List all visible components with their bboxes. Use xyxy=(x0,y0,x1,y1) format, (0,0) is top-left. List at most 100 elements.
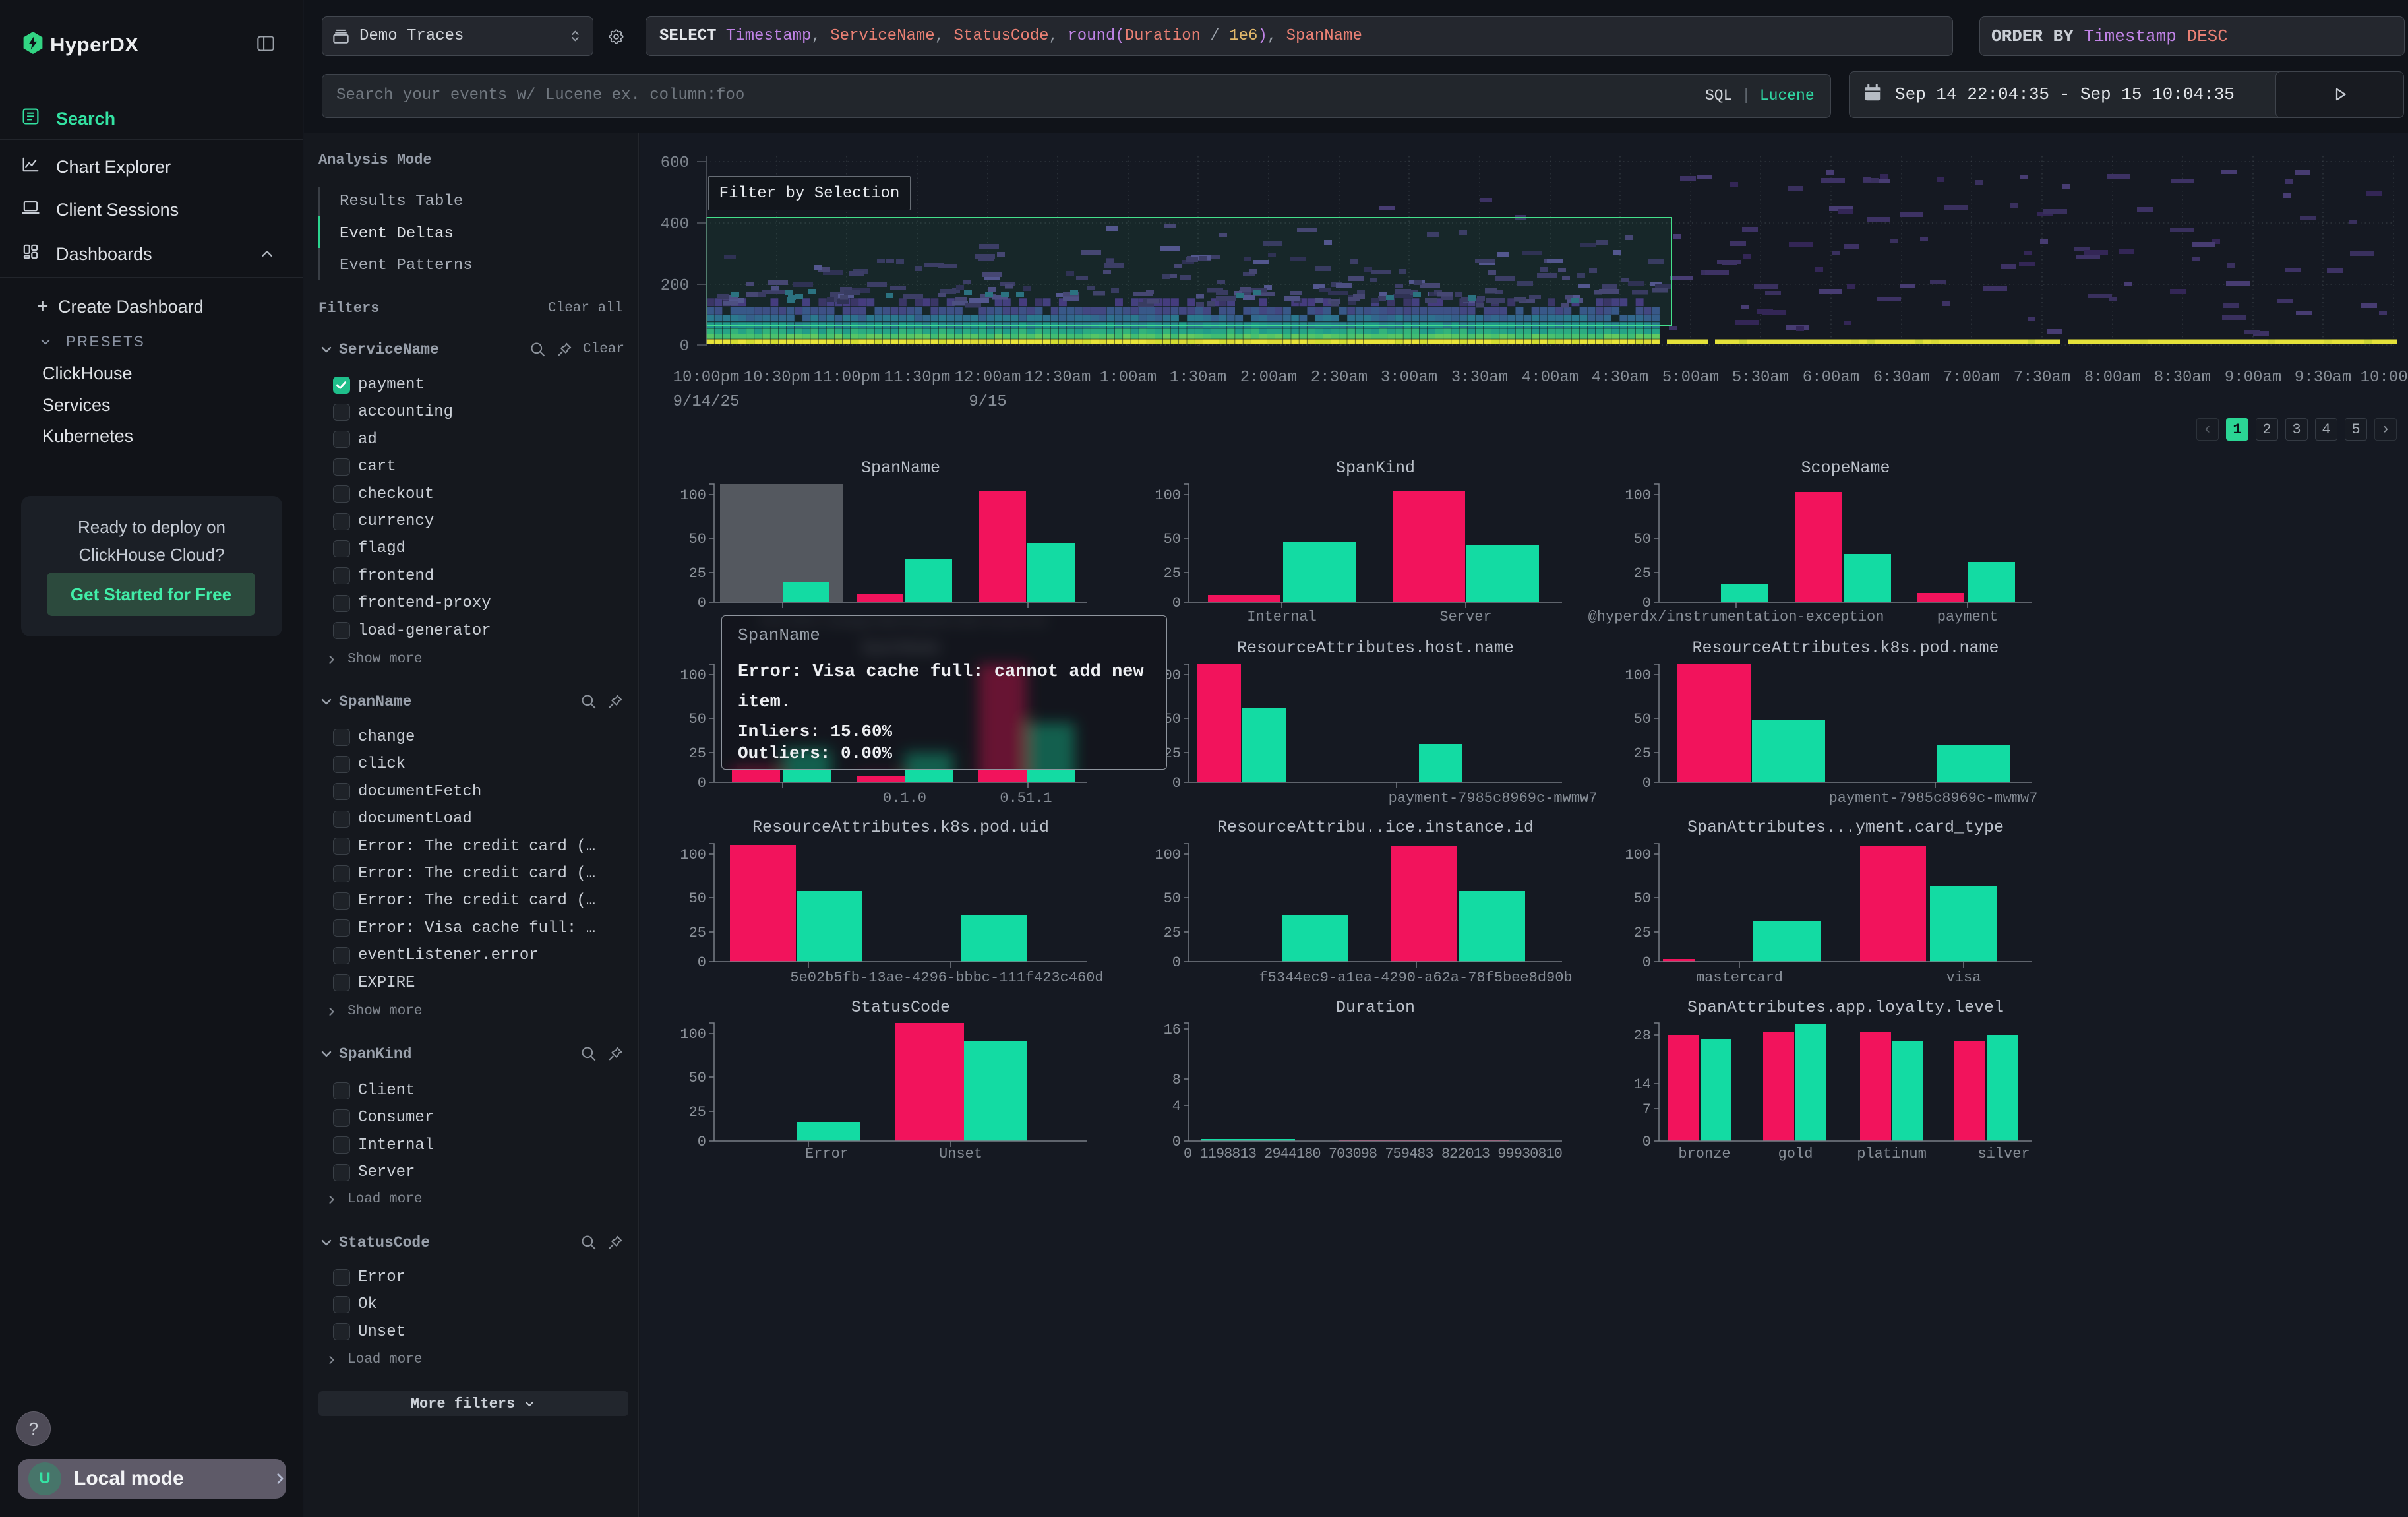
svg-text:SpanKind: SpanKind xyxy=(1336,458,1415,478)
svg-text:payment-7985c8969c-mwmw7: payment-7985c8969c-mwmw7 xyxy=(1829,790,2038,807)
svg-text:ResourceAttributes.host.name: ResourceAttributes.host.name xyxy=(1237,638,1514,658)
svg-text:4:00am: 4:00am xyxy=(1522,369,1579,387)
svg-text:100: 100 xyxy=(680,1026,706,1043)
svg-text:6:30am: 6:30am xyxy=(1873,369,1930,387)
svg-text:0: 0 xyxy=(698,775,706,791)
svg-text:payment: payment xyxy=(1937,609,1998,625)
svg-text:9/15: 9/15 xyxy=(969,393,1007,411)
svg-text:ResourceAttributes.k8s.pod.uid: ResourceAttributes.k8s.pod.uid xyxy=(752,818,1049,837)
svg-text:mastercard: mastercard xyxy=(1696,970,1783,986)
svg-text:8:00am: 8:00am xyxy=(2084,369,2141,387)
svg-text:0 1198813 2944180 703098 75948: 0 1198813 2944180 703098 759483 822013 9… xyxy=(1184,1146,1563,1162)
svg-text:8:30am: 8:30am xyxy=(2154,369,2211,387)
svg-text:25: 25 xyxy=(689,925,706,941)
svg-text:5e02b5fb-13ae-4296-bbbc-111f42: 5e02b5fb-13ae-4296-bbbc-111f423c460d xyxy=(790,970,1103,986)
svg-text:Internal: Internal xyxy=(1247,609,1317,625)
svg-text:0: 0 xyxy=(1642,775,1651,791)
svg-text:50: 50 xyxy=(1164,890,1181,907)
svg-text:0: 0 xyxy=(698,954,706,971)
svg-text:f5344ec9-a1ea-4290-a62a-78f5be: f5344ec9-a1ea-4290-a62a-78f5bee8d90b xyxy=(1259,970,1572,986)
svg-text:100: 100 xyxy=(680,667,706,684)
svg-text:0: 0 xyxy=(1642,954,1651,971)
svg-text:25: 25 xyxy=(1634,565,1651,582)
svg-text:payment-7985c8969c-mwmw7: payment-7985c8969c-mwmw7 xyxy=(1389,790,1598,807)
svg-text:ResourceAttributes.k8s.pod.nam: ResourceAttributes.k8s.pod.name xyxy=(1692,638,1999,658)
svg-text:50: 50 xyxy=(689,531,706,547)
svg-text:2:30am: 2:30am xyxy=(1311,369,1368,387)
svg-text:9:30am: 9:30am xyxy=(2295,369,2351,387)
svg-text:ResourceAttribu..ice.instance.: ResourceAttribu..ice.instance.id xyxy=(1217,818,1534,837)
svg-text:9/14/25: 9/14/25 xyxy=(673,393,740,411)
svg-text:5:30am: 5:30am xyxy=(1732,369,1789,387)
svg-text:0: 0 xyxy=(1642,1134,1651,1150)
svg-text:11:30pm: 11:30pm xyxy=(884,369,951,387)
svg-text:11:00pm: 11:00pm xyxy=(814,369,880,387)
svg-text:50: 50 xyxy=(1164,531,1181,547)
svg-text:50: 50 xyxy=(1634,531,1651,547)
svg-text:100: 100 xyxy=(1155,487,1181,504)
svg-text:0: 0 xyxy=(1172,1134,1181,1150)
svg-text:100: 100 xyxy=(1155,847,1181,863)
svg-text:StatusCode: StatusCode xyxy=(851,998,950,1017)
svg-text:0: 0 xyxy=(698,595,706,611)
svg-text:0: 0 xyxy=(1172,595,1181,611)
svg-text:50: 50 xyxy=(1634,711,1651,728)
svg-text:3:00am: 3:00am xyxy=(1381,369,1437,387)
svg-text:600: 600 xyxy=(661,154,689,172)
svg-text:8: 8 xyxy=(1172,1072,1181,1088)
svg-text:6:00am: 6:00am xyxy=(1803,369,1859,387)
svg-text:25: 25 xyxy=(1164,925,1181,941)
svg-text:5:00am: 5:00am xyxy=(1662,369,1719,387)
svg-text:14: 14 xyxy=(1634,1076,1651,1093)
svg-text:10:00am: 10:00am xyxy=(2361,369,2408,387)
svg-text:9:00am: 9:00am xyxy=(2225,369,2281,387)
svg-text:visa: visa xyxy=(1946,970,1981,986)
svg-text:0: 0 xyxy=(1172,775,1181,791)
svg-text:25: 25 xyxy=(689,565,706,582)
svg-text:Error: Error xyxy=(805,1146,849,1162)
svg-text:4: 4 xyxy=(1172,1098,1181,1115)
svg-text:50: 50 xyxy=(689,890,706,907)
svg-text:bronze: bronze xyxy=(1678,1146,1730,1162)
svg-text:100: 100 xyxy=(1625,667,1651,684)
svg-text:50: 50 xyxy=(1634,890,1651,907)
svg-text:10:00pm: 10:00pm xyxy=(673,369,740,387)
svg-text:7:30am: 7:30am xyxy=(2014,369,2070,387)
svg-text:0.1.0: 0.1.0 xyxy=(883,790,926,807)
svg-text:100: 100 xyxy=(1625,487,1651,504)
svg-text:25: 25 xyxy=(1634,745,1651,762)
svg-text:16: 16 xyxy=(1164,1022,1181,1038)
svg-text:1:00am: 1:00am xyxy=(1100,369,1157,387)
svg-text:50: 50 xyxy=(689,711,706,728)
svg-text:50: 50 xyxy=(689,1070,706,1086)
svg-text:gold: gold xyxy=(1778,1146,1813,1162)
svg-text:Duration: Duration xyxy=(1336,998,1415,1017)
svg-text:400: 400 xyxy=(661,216,689,233)
svg-text:12:00am: 12:00am xyxy=(955,369,1021,387)
svg-text:0: 0 xyxy=(1172,954,1181,971)
svg-text:silver: silver xyxy=(1977,1146,2030,1162)
svg-text:0: 0 xyxy=(698,1134,706,1150)
svg-text:Unset: Unset xyxy=(939,1146,982,1162)
svg-text:2:00am: 2:00am xyxy=(1240,369,1297,387)
svg-text:4:30am: 4:30am xyxy=(1592,369,1648,387)
svg-text:25: 25 xyxy=(689,1104,706,1121)
svg-text:100: 100 xyxy=(680,847,706,863)
svg-text:SpanName: SpanName xyxy=(861,458,940,478)
svg-text:200: 200 xyxy=(661,277,689,295)
svg-text:12:30am: 12:30am xyxy=(1025,369,1091,387)
svg-text:7:00am: 7:00am xyxy=(1943,369,2000,387)
svg-text:1:30am: 1:30am xyxy=(1170,369,1226,387)
svg-text:Server: Server xyxy=(1439,609,1491,625)
svg-text:100: 100 xyxy=(1625,847,1651,863)
svg-text:3:30am: 3:30am xyxy=(1451,369,1508,387)
svg-text:0.51.1: 0.51.1 xyxy=(1000,790,1052,807)
svg-text:SpanAttributes...yment.card_ty: SpanAttributes...yment.card_type xyxy=(1687,818,2004,837)
svg-text:25: 25 xyxy=(1164,565,1181,582)
svg-text:ScopeName: ScopeName xyxy=(1801,458,1890,478)
svg-text:25: 25 xyxy=(689,745,706,762)
svg-text:100: 100 xyxy=(680,487,706,504)
svg-text:25: 25 xyxy=(1634,925,1651,941)
svg-text:platinum: platinum xyxy=(1857,1146,1927,1162)
svg-text:@hyperdx/instrumentation-excep: @hyperdx/instrumentation-exception xyxy=(1588,609,1884,625)
